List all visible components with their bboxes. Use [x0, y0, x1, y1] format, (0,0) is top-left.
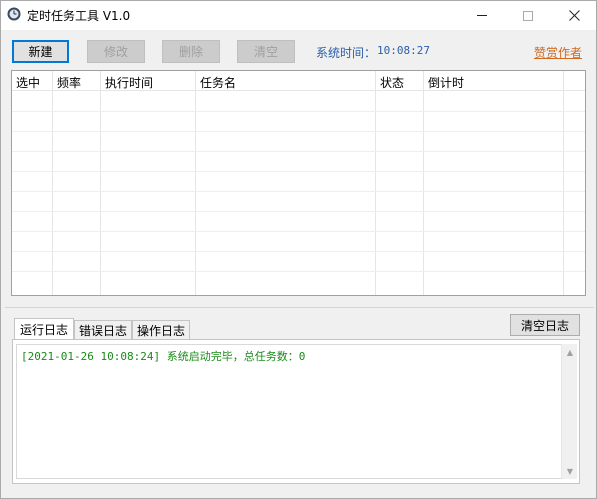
grid-column [53, 71, 101, 295]
log-scrollbar[interactable]: ▲ ▼ [561, 344, 577, 479]
column-header-exec-time[interactable]: 执行时间 [105, 74, 153, 91]
column-header-task-name[interactable]: 任务名 [200, 74, 236, 91]
tab-run-log[interactable]: 运行日志 [14, 318, 74, 339]
maximize-button[interactable] [505, 1, 551, 30]
minimize-button[interactable] [459, 1, 505, 30]
tab-operation-log[interactable]: 操作日志 [132, 320, 190, 339]
grid-row-line [12, 191, 585, 192]
close-button[interactable] [551, 1, 597, 30]
grid-column [196, 71, 376, 295]
window-title: 定时任务工具 V1.0 [27, 9, 131, 23]
log-line: [2021-01-26 10:08:24] 系统启动完毕，总任务数：0 [21, 350, 306, 363]
grid-column [101, 71, 196, 295]
maximize-icon [523, 10, 533, 21]
grid-row-line [12, 171, 585, 172]
column-header-status[interactable]: 状态 [380, 74, 404, 91]
log-textbox[interactable]: [2021-01-26 10:08:24] 系统启动完毕，总任务数：0 [16, 344, 563, 479]
grid-row-line [12, 251, 585, 252]
grid-row-line [12, 151, 585, 152]
system-time-label: 系统时间： [316, 46, 377, 60]
grid-header: 选中 频率 执行时间 任务名 状态 倒计时 [12, 71, 585, 91]
grid-column [424, 71, 564, 295]
scroll-up-arrow-icon[interactable]: ▲ [562, 344, 578, 360]
client-area: 新建 修改 删除 清空 系统时间： 10:08:27 赞赏作者 选中 频率 执行… [1, 30, 596, 498]
delete-task-button[interactable]: 删除 [162, 40, 220, 63]
scroll-down-arrow-icon[interactable]: ▼ [562, 463, 578, 479]
clear-tasks-button[interactable]: 清空 [237, 40, 295, 63]
clock-icon [7, 7, 21, 21]
grid-row-line [12, 271, 585, 272]
praise-author-link[interactable]: 赞赏作者 [534, 44, 582, 61]
close-icon [568, 10, 580, 21]
app-window: 定时任务工具 V1.0 新建 修改 删除 清空 系统时间： 10:08:27 赞… [0, 0, 597, 499]
edit-task-button[interactable]: 修改 [87, 40, 145, 63]
minimize-icon [477, 15, 487, 16]
column-header-frequency[interactable]: 频率 [57, 74, 81, 91]
section-divider [5, 307, 594, 308]
system-time-value: 10:08:27 [377, 44, 430, 57]
column-header-select[interactable]: 选中 [16, 74, 40, 91]
grid-row-line [12, 211, 585, 212]
task-grid[interactable]: 选中 频率 执行时间 任务名 状态 倒计时 [11, 70, 586, 296]
title-bar[interactable]: 定时任务工具 V1.0 [1, 1, 596, 30]
tab-error-log[interactable]: 错误日志 [74, 320, 132, 339]
new-task-button[interactable]: 新建 [12, 40, 69, 63]
clear-log-button[interactable]: 清空日志 [510, 314, 580, 336]
column-header-countdown[interactable]: 倒计时 [428, 74, 464, 91]
grid-row-line [12, 131, 585, 132]
grid-row-line [12, 111, 585, 112]
log-panel: [2021-01-26 10:08:24] 系统启动完毕，总任务数：0 ▲ ▼ [12, 339, 580, 484]
grid-row-line [12, 231, 585, 232]
grid-column [376, 71, 424, 295]
grid-column [12, 71, 53, 295]
